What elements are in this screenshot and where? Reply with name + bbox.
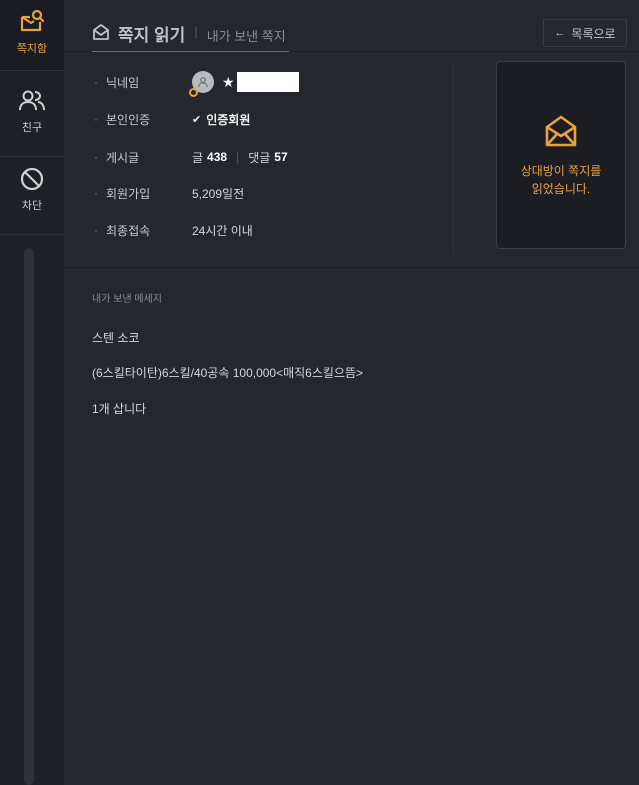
- join-date: 5,209일전: [192, 186, 245, 201]
- check-icon: ✔: [192, 113, 202, 126]
- page-title-block: 쪽지 읽기 | 내가 보낸 쪽지: [92, 16, 289, 52]
- sidebar-item-label: 친구: [21, 122, 43, 134]
- message-line: 1개 삽니다: [92, 402, 147, 416]
- info-value: ★: [189, 71, 299, 97]
- page-title: 쪽지 읽기: [118, 26, 186, 45]
- read-status-text: 상대방이 쪽지를 읽었습니다.: [521, 162, 602, 198]
- main-panel: 쪽지 읽기 | 내가 보낸 쪽지 ← 목록으로 · 닉네임 ★ · 본인인증 ✔…: [64, 0, 639, 785]
- header: 쪽지 읽기 | 내가 보낸 쪽지 ← 목록으로: [64, 0, 639, 52]
- back-button-label: 목록으로: [571, 26, 616, 41]
- message-line: (6스킬타이탄)6스킬/40공속 100,000<매직6스킬으뜸>: [92, 366, 364, 380]
- last-access: 24시간 이내: [192, 223, 253, 238]
- sidebar: 쪽지함 친구 차단: [0, 0, 64, 785]
- verified-text: 인증회원: [206, 112, 251, 127]
- page-subtitle: 내가 보낸 쪽지: [206, 29, 286, 44]
- title-separator: |: [194, 24, 198, 39]
- comment-count-label: 댓글: [248, 150, 271, 165]
- user-icon: [198, 77, 208, 88]
- info-label: 회원가입: [106, 186, 151, 201]
- mail-open-icon: [92, 23, 110, 41]
- message-label: 내가 보낸 메세지: [92, 294, 162, 305]
- info-value: ✔ 인증회원: [192, 111, 250, 128]
- back-to-list-button[interactable]: ← 목록으로: [543, 19, 627, 47]
- info-row-nickname: · 닉네임 ★: [94, 71, 299, 97]
- info-value: 글 438 | 댓글 57: [192, 149, 288, 166]
- sidebar-item-mailbox[interactable]: 쪽지함: [0, 0, 64, 71]
- read-status-line: 상대방이 쪽지를: [520, 164, 602, 178]
- users-icon: [18, 87, 46, 115]
- count-separator: |: [236, 150, 240, 164]
- bullet: ·: [94, 186, 98, 200]
- bullet: ·: [94, 223, 98, 237]
- info-row-last-access: · 최종접속 24시간 이내: [94, 220, 253, 240]
- post-count-label: 글: [192, 150, 204, 165]
- bullet: ·: [94, 75, 98, 89]
- comment-count: 57: [274, 150, 288, 164]
- sidebar-item-block[interactable]: 차단: [0, 157, 64, 235]
- info-row-verification: · 본인인증 ✔ 인증회원: [94, 109, 250, 129]
- nickname-redacted: [236, 72, 299, 92]
- info-label: 닉네임: [106, 75, 140, 90]
- read-status-box: 상대방이 쪽지를 읽었습니다.: [496, 61, 626, 249]
- block-icon: [18, 165, 46, 193]
- status-badge: [189, 88, 198, 97]
- divider: [453, 64, 454, 254]
- mail-open-icon: [543, 113, 579, 149]
- sidebar-item-friends[interactable]: 친구: [0, 79, 64, 157]
- arrow-left-icon: ←: [554, 27, 566, 39]
- sidebar-scrollbar[interactable]: [24, 248, 34, 785]
- info-row-joined: · 회원가입 5,209일전: [94, 183, 244, 203]
- sidebar-item-label: 차단: [21, 200, 43, 212]
- sidebar-item-label: 쪽지함: [16, 43, 48, 55]
- read-status-line: 읽었습니다.: [531, 182, 591, 196]
- bullet: ·: [94, 112, 98, 126]
- message-line: 스텐 소코: [92, 331, 140, 345]
- info-label: 최종접속: [106, 223, 151, 238]
- info-label: 본인인증: [106, 112, 151, 127]
- mail-search-icon: [18, 8, 46, 36]
- info-label: 게시글: [106, 150, 140, 165]
- avatar[interactable]: [189, 71, 214, 97]
- post-count: 438: [207, 150, 228, 164]
- star-icon: ★: [222, 73, 235, 90]
- bullet: ·: [94, 150, 98, 164]
- info-row-posts: · 게시글 글 438 | 댓글 57: [94, 147, 288, 167]
